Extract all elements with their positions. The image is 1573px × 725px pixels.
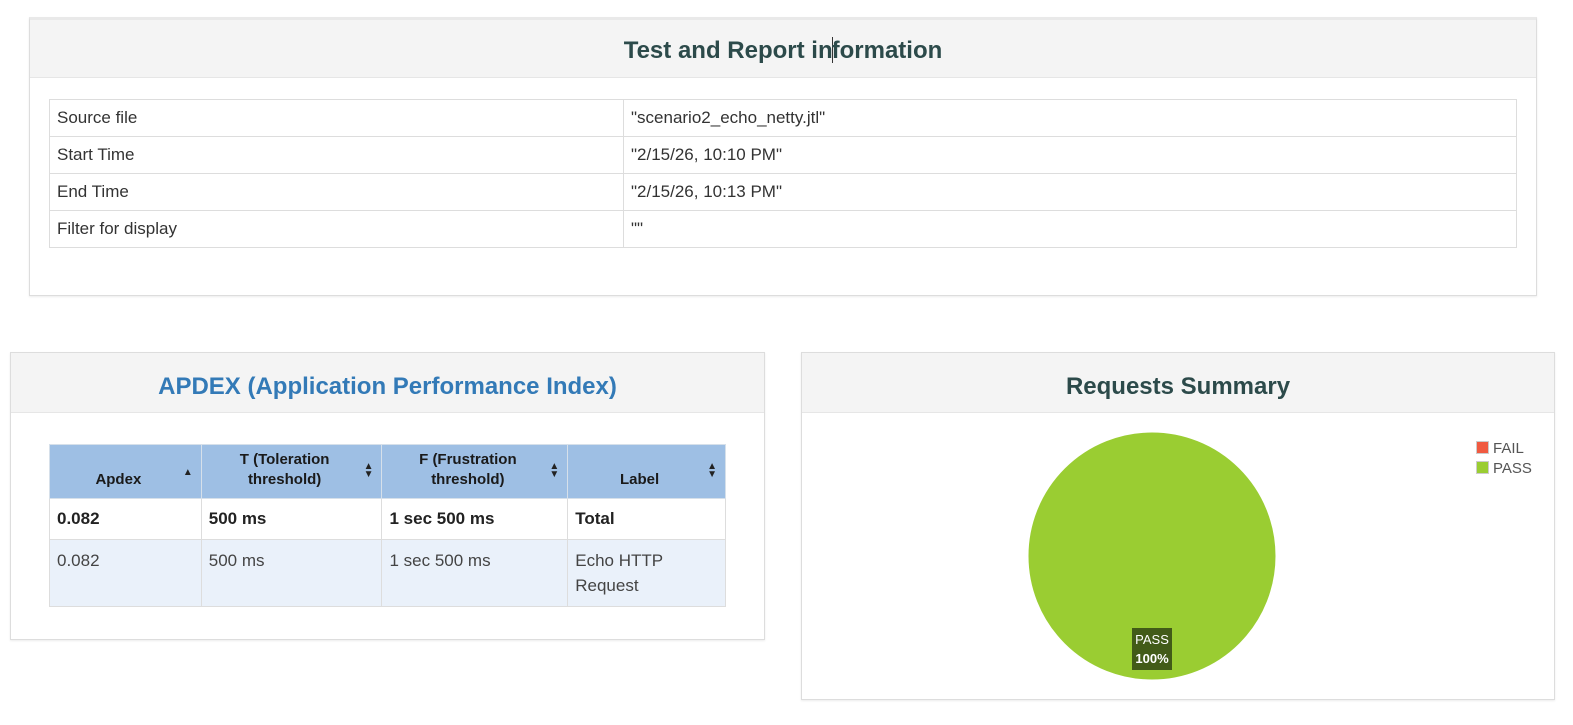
sort-both-icon: ▲ ▼ [549, 461, 560, 480]
info-value-end-time: "2/15/26, 10:13 PM" [623, 173, 1517, 211]
table-row: Filter for display "" [49, 210, 1517, 248]
column-header-toleration[interactable]: T (Toleration threshold) ▲ ▼ [200, 444, 383, 499]
legend-swatch-pass [1476, 461, 1489, 474]
requests-summary-panel: Requests Summary PASS 100% FAIL PASS [801, 352, 1555, 700]
cell-frustration: 1 sec 500 ms [381, 539, 569, 607]
cell-apdex: 0.082 [49, 498, 202, 540]
info-key-filter: Filter for display [49, 210, 624, 248]
table-row-total: 0.082 500 ms 1 sec 500 ms Total [49, 498, 726, 540]
table-row: Source file "scenario2_echo_netty.jtl" [49, 99, 1517, 137]
table-header-row: Apdex ▲ T (Toleration threshold) ▲ ▼ F (F… [49, 444, 726, 499]
info-value-filter: "" [623, 210, 1517, 248]
requests-summary-title: Requests Summary [802, 353, 1554, 413]
sort-both-icon: ▲ ▼ [363, 461, 374, 480]
sort-ascending-icon: ▲ [182, 467, 193, 478]
info-value-start-time: "2/15/26, 10:10 PM" [623, 136, 1517, 174]
info-key-start-time: Start Time [49, 136, 624, 174]
cell-label: Total [567, 498, 726, 540]
info-value-source-file: "scenario2_echo_netty.jtl" [623, 99, 1517, 137]
cell-toleration: 500 ms [200, 539, 383, 607]
data-label-value: 100% [1135, 651, 1169, 666]
cell-apdex: 0.082 [49, 539, 202, 607]
apdex-table: Apdex ▲ T (Toleration threshold) ▲ ▼ F (F… [49, 444, 726, 607]
apdex-panel: APDEX (Application Performance Index) Ap… [10, 352, 765, 640]
column-header-label[interactable]: Label ▲ ▼ [567, 444, 726, 499]
cell-frustration: 1 sec 500 ms [381, 498, 569, 540]
cell-label: Echo HTTP Request [567, 539, 726, 607]
legend-item-pass[interactable]: PASS [1476, 460, 1532, 477]
info-key-end-time: End Time [49, 173, 624, 211]
sort-both-icon: ▲ ▼ [707, 461, 717, 480]
info-table: Source file "scenario2_echo_netty.jtl" S… [49, 99, 1517, 248]
apdex-panel-title: APDEX (Application Performance Index) [11, 353, 764, 413]
pie-chart: PASS 100% [1027, 431, 1277, 681]
table-row: End Time "2/15/26, 10:13 PM" [49, 173, 1517, 211]
data-label-name: PASS [1135, 632, 1169, 647]
info-panel-title: Test and Report information [30, 20, 1536, 78]
info-key-source-file: Source file [49, 99, 624, 137]
data-label-pass: PASS 100% [1132, 628, 1172, 670]
legend-swatch-fail [1476, 441, 1489, 454]
cell-toleration: 500 ms [200, 498, 383, 540]
legend-item-fail[interactable]: FAIL [1476, 440, 1524, 457]
table-row: Start Time "2/15/26, 10:10 PM" [49, 136, 1517, 174]
column-header-frustration[interactable]: F (Frustration threshold) ▲ ▼ [381, 444, 569, 499]
column-header-apdex[interactable]: Apdex ▲ [49, 444, 202, 499]
table-row: 0.082 500 ms 1 sec 500 ms Echo HTTP Requ… [49, 539, 726, 607]
test-report-info-panel: Test and Report information Source file … [29, 17, 1537, 296]
